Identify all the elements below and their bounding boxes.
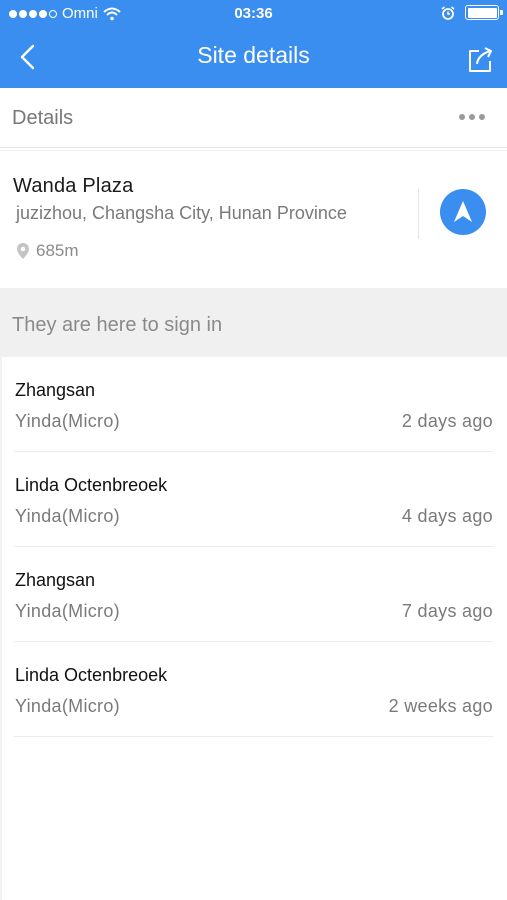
row-divider: [14, 736, 493, 737]
signin-org: Yinda(Micro): [15, 411, 120, 431]
signin-name: Zhangsan: [15, 380, 96, 400]
signin-name: Zhangsan: [15, 570, 96, 590]
signin-org: Yinda(Micro): [15, 601, 120, 621]
vertical-divider: [418, 189, 419, 239]
site-name: Wanda Plaza: [13, 175, 134, 197]
list-item[interactable]: Linda Octenbreoek Yinda(Micro) 4 days ag…: [0, 452, 507, 547]
list-item[interactable]: Linda Octenbreoek Yinda(Micro) 2 weeks a…: [0, 642, 507, 737]
alarm-clock-icon: [441, 5, 455, 20]
status-bar: Omni 03:36: [0, 0, 507, 28]
section-title: They are here to sign in: [12, 314, 223, 336]
signin-org: Yinda(Micro): [15, 506, 120, 526]
status-time: 03:36: [234, 5, 273, 22]
signin-org: Yinda(Micro): [15, 696, 120, 716]
site-distance: 685m: [16, 241, 79, 261]
page-title: Site details: [197, 42, 310, 68]
location-pin-icon: [17, 243, 29, 259]
site-address: juzizhou, Changsha City, Hunan Province: [16, 203, 347, 223]
more-horizontal-icon[interactable]: [459, 114, 485, 120]
navigate-button[interactable]: [440, 189, 486, 235]
battery-icon: [465, 5, 503, 20]
details-bar: Details: [0, 88, 507, 148]
signin-name: Linda Octenbreoek: [15, 475, 168, 495]
signin-time: 7 days ago: [401, 601, 493, 621]
details-label: Details: [12, 107, 74, 129]
list-item[interactable]: Zhangsan Yinda(Micro) 7 days ago: [0, 547, 507, 642]
signin-time: 4 days ago: [401, 506, 493, 526]
site-card: Wanda Plaza juzizhou, Changsha City, Hun…: [0, 150, 507, 288]
signin-name: Linda Octenbreoek: [15, 665, 168, 685]
signin-time: 2 days ago: [401, 411, 493, 431]
status-right: [441, 5, 503, 20]
distance-value: 685m: [36, 241, 79, 260]
signin-time: 2 weeks ago: [388, 696, 493, 716]
list-item[interactable]: Zhangsan Yinda(Micro) 2 days ago: [0, 357, 507, 452]
header: Omni 03:36 Site details: [0, 0, 507, 88]
navigation-bar: Site details: [0, 28, 507, 88]
navigation-arrow-icon: [454, 201, 472, 222]
signin-list: Zhangsan Yinda(Micro) 2 days ago Linda O…: [0, 357, 507, 737]
share-icon[interactable]: [465, 45, 495, 75]
section-header: They are here to sign in: [0, 288, 507, 357]
